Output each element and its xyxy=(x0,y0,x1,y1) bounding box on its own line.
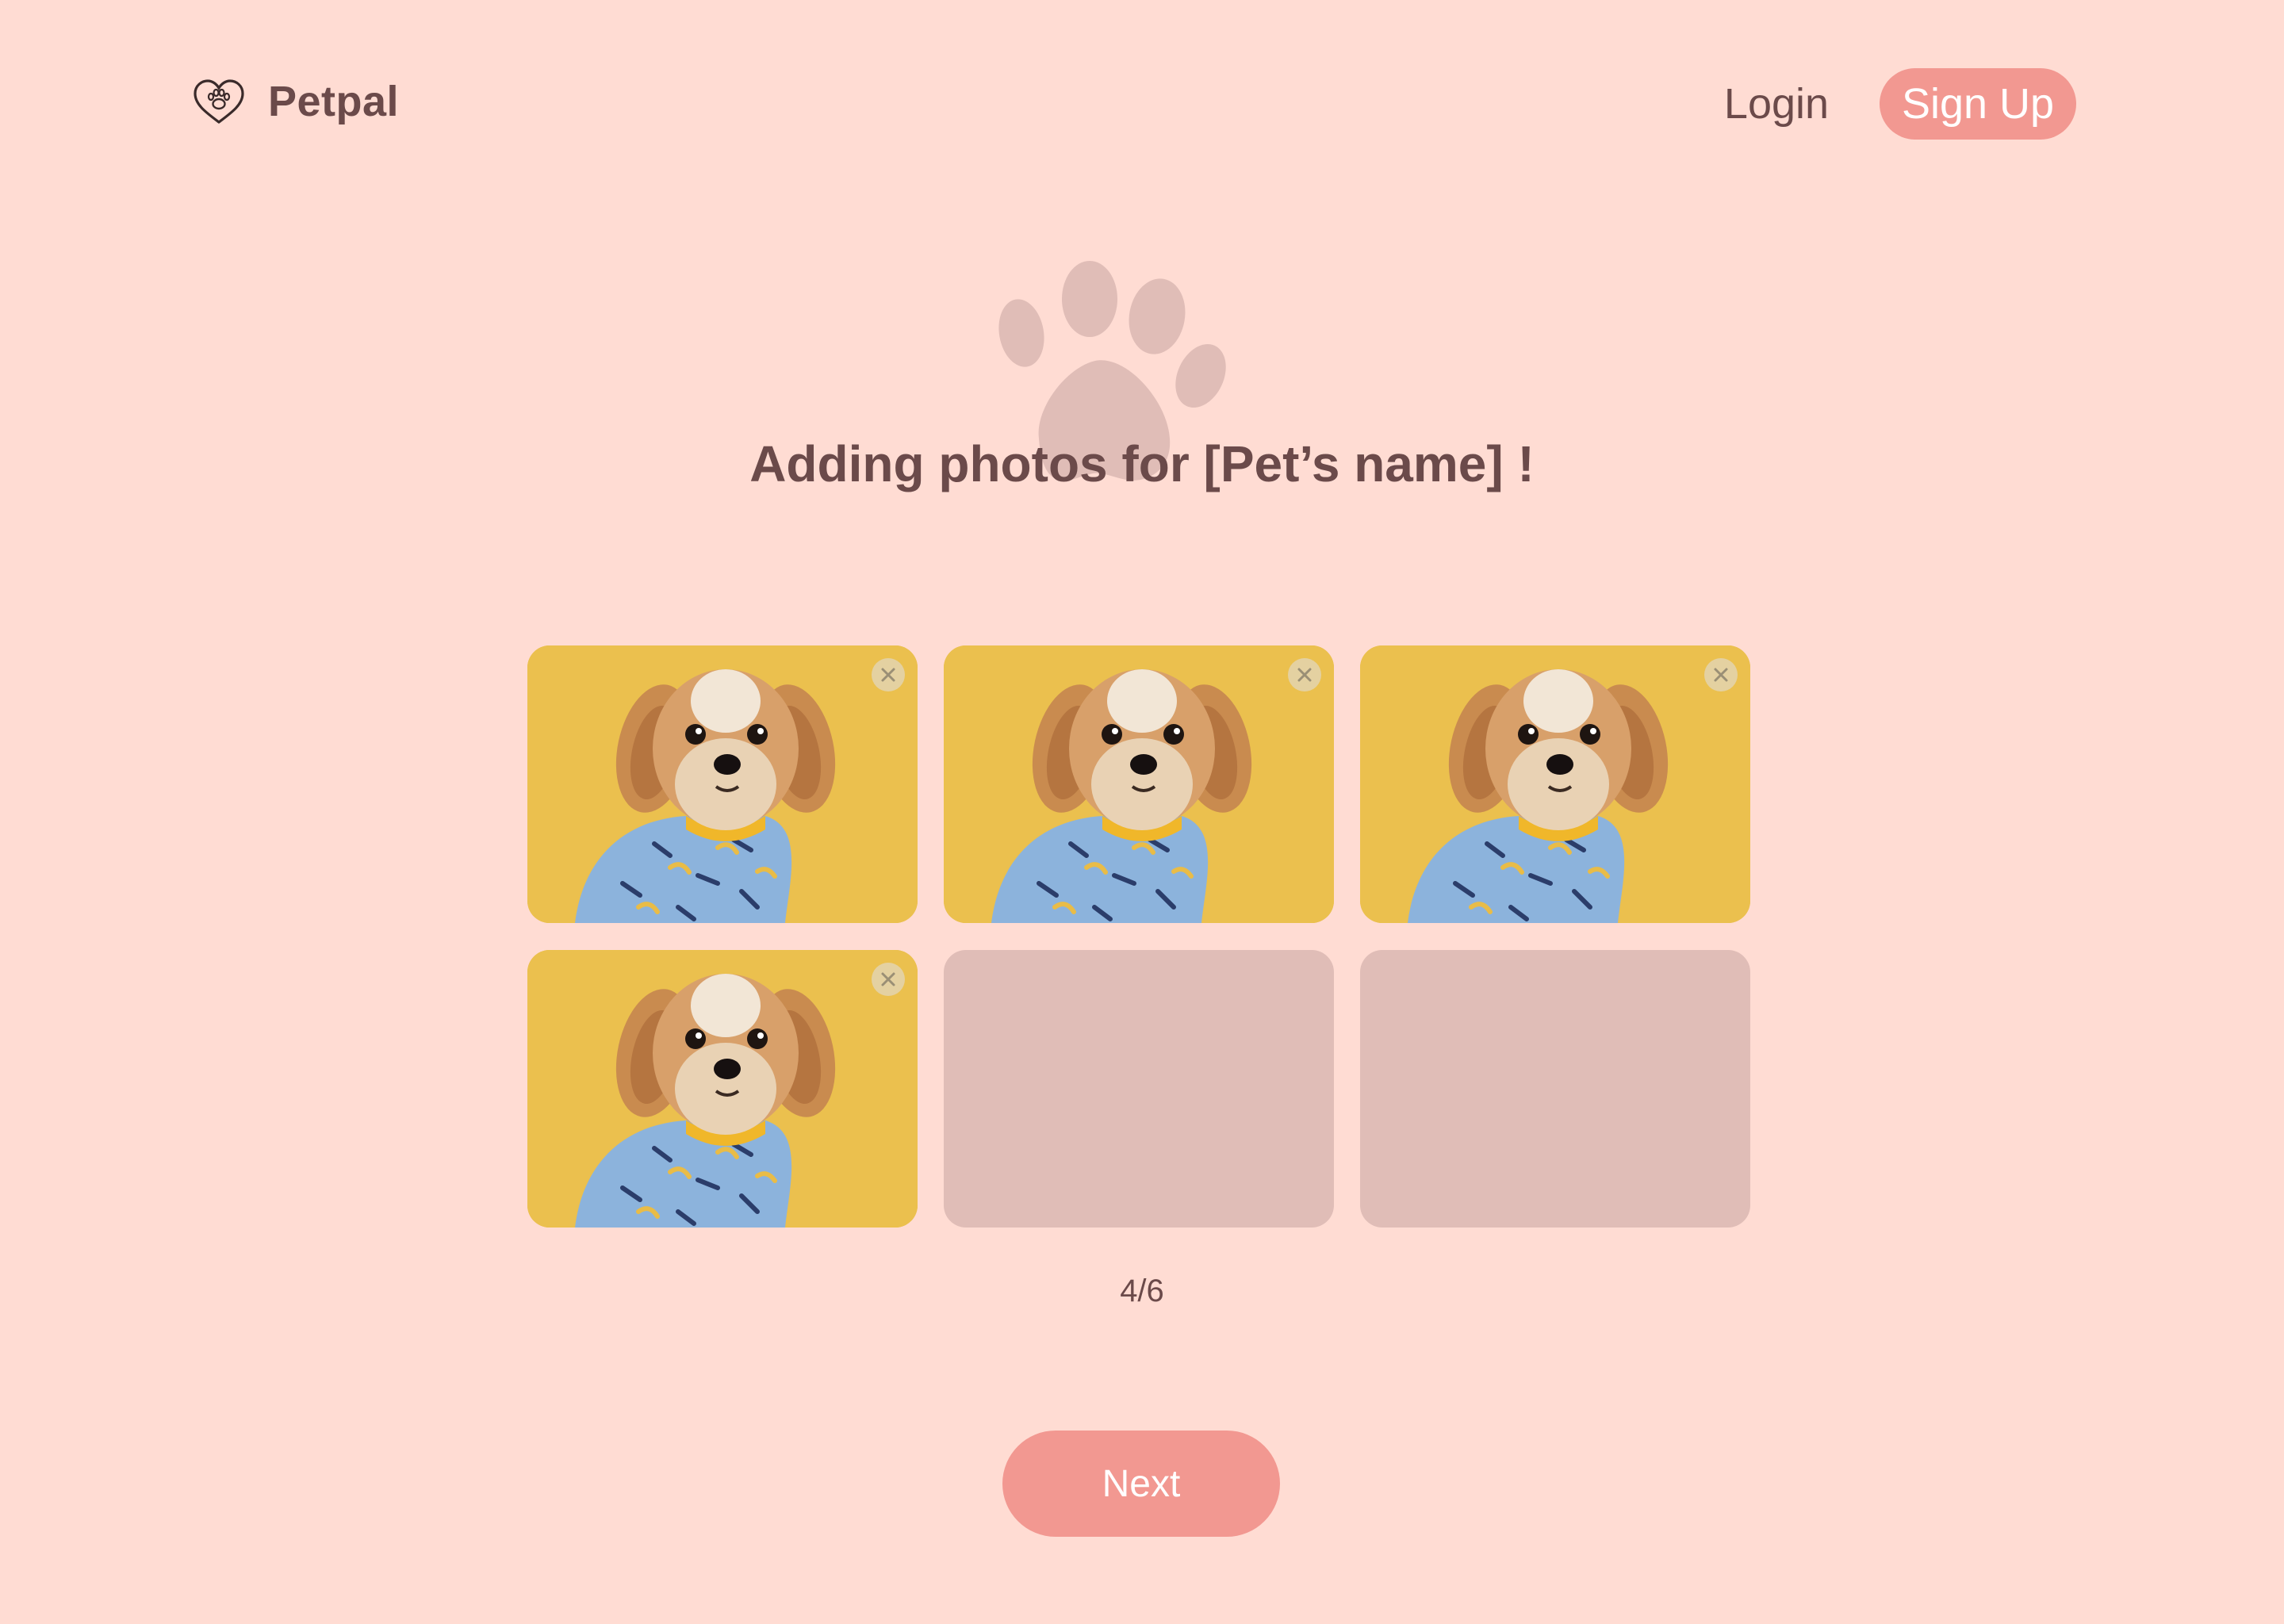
page-title: Adding photos for [Pet’s name] ! xyxy=(749,435,1535,492)
heart-paw-icon xyxy=(194,79,244,124)
brand-name: Petpal xyxy=(268,78,400,125)
sign-up-button[interactable]: Sign Up xyxy=(1880,68,2076,140)
close-icon xyxy=(881,972,895,986)
photo-slot-1[interactable] xyxy=(527,645,918,923)
dog-photo xyxy=(527,950,918,1228)
dog-photo xyxy=(944,645,1334,923)
close-icon xyxy=(1297,668,1312,682)
dog-photo xyxy=(1360,645,1750,923)
empty-photo-slot-5[interactable] xyxy=(944,950,1334,1228)
remove-photo-button[interactable] xyxy=(1704,658,1738,691)
dog-photo xyxy=(527,645,918,923)
photo-counter: 4/6 xyxy=(1120,1274,1164,1308)
photo-slot-3[interactable] xyxy=(1360,645,1750,923)
login-link[interactable]: Login xyxy=(1713,76,1840,132)
photo-slot-4[interactable] xyxy=(527,950,918,1228)
brand-logo[interactable]: Petpal xyxy=(190,76,399,127)
photo-slot-2[interactable] xyxy=(944,645,1334,923)
remove-photo-button[interactable] xyxy=(872,963,905,996)
remove-photo-button[interactable] xyxy=(1288,658,1321,691)
next-button[interactable]: Next xyxy=(1002,1431,1280,1537)
close-icon xyxy=(881,668,895,682)
remove-photo-button[interactable] xyxy=(872,658,905,691)
photo-grid xyxy=(527,645,1750,1228)
empty-photo-slot-6[interactable] xyxy=(1360,950,1750,1228)
close-icon xyxy=(1714,668,1728,682)
